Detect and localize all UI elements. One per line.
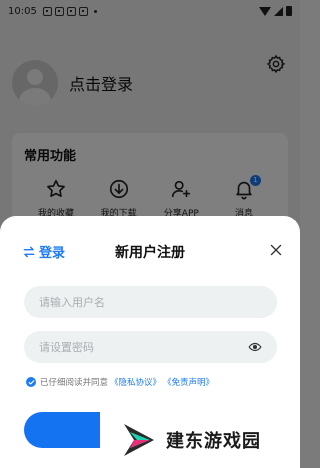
disclaimer-link[interactable]: 《免责声明》 (163, 376, 214, 388)
username-input[interactable] (39, 295, 262, 309)
password-input[interactable] (39, 340, 248, 354)
agreement-row: 已仔细阅读并同意 《隐私协议》 《免责声明》 (26, 376, 214, 388)
close-icon[interactable] (270, 244, 282, 256)
eye-icon[interactable] (248, 340, 262, 354)
watermark-logo-icon (124, 424, 154, 456)
agreement-text: 已仔细阅读并同意 (40, 378, 109, 388)
username-field[interactable] (24, 286, 277, 318)
checkbox-checked-icon[interactable] (26, 377, 36, 387)
watermark: 建东游戏园 (100, 412, 300, 468)
sheet-title: 新用户注册 (115, 245, 185, 261)
watermark-text: 建东游戏园 (166, 431, 261, 452)
password-field[interactable] (24, 331, 277, 363)
sheet-header: 登录 新用户注册 (0, 216, 300, 284)
privacy-policy-link[interactable]: 《隐私协议》 (110, 376, 161, 388)
